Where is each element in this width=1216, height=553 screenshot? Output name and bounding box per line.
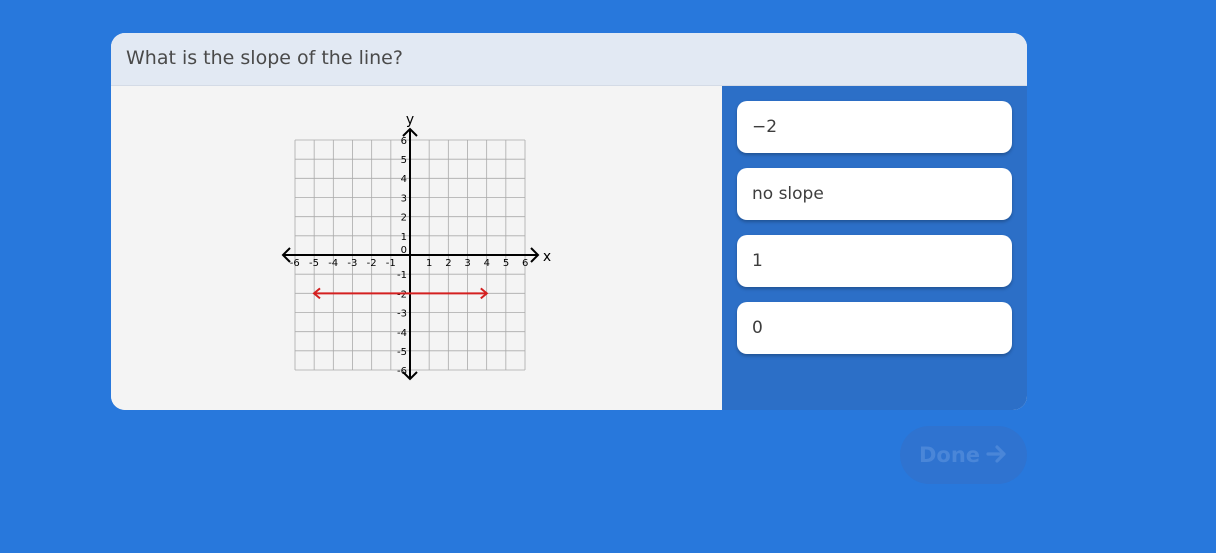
x-tick-label: -4 (328, 258, 338, 269)
x-tick-label: -2 (367, 258, 377, 269)
y-tick-label: 1 (401, 232, 407, 243)
y-tick-label: -2 (397, 289, 407, 300)
quiz-card: What is the slope of the line? xy -6 -5 -4… (111, 33, 1027, 410)
answer-choice-2[interactable]: no slope (737, 168, 1012, 220)
x-tick-label: -3 (347, 258, 357, 269)
question-text: What is the slope of the line? (126, 47, 403, 69)
y-tick-label: 4 (401, 174, 407, 185)
graph-area: xy -6 -5 -4 -3 -2 -1 1 2 3 4 5 6 1 2 3 4 5 6 -1 -2 -3 -4 -5 -6 0 (111, 86, 722, 410)
answer-choice-4[interactable]: 0 (737, 302, 1012, 354)
x-tick-label: 2 (445, 258, 451, 269)
y-tick-label: 2 (401, 213, 407, 224)
axes: xy (281, 112, 551, 381)
y-tick-label: -5 (397, 347, 407, 358)
origin-label: 0 (401, 245, 407, 256)
arrow-right-icon (986, 445, 1006, 463)
y-tick-label: -1 (397, 270, 407, 281)
done-button[interactable]: Done (900, 426, 1027, 484)
y-tick-label: -3 (397, 309, 407, 320)
x-tick-label: 3 (464, 258, 470, 269)
answer-choices-panel: −2 no slope 1 0 (722, 86, 1027, 410)
answer-choice-3[interactable]: 1 (737, 235, 1012, 287)
x-tick-label: -5 (309, 258, 319, 269)
x-tick-label: -6 (290, 258, 300, 269)
x-tick-label: 4 (484, 258, 490, 269)
x-axis-label: x (543, 249, 551, 265)
y-tick-label: 6 (401, 136, 407, 147)
answer-choice-1[interactable]: −2 (737, 101, 1012, 153)
x-tick-label: 6 (522, 258, 528, 269)
done-button-label: Done (919, 443, 981, 467)
x-tick-label: 1 (426, 258, 432, 269)
y-axis-label: y (406, 112, 414, 128)
x-tick-label: 5 (503, 258, 509, 269)
question-header: What is the slope of the line? (111, 33, 1027, 86)
x-tick-label: -1 (386, 258, 396, 269)
coordinate-plane: xy -6 -5 -4 -3 -2 -1 1 2 3 4 5 6123456-1-2-3-4-5-60 (281, 112, 551, 381)
y-tick-label: 3 (401, 193, 407, 204)
y-tick-label: -4 (397, 328, 407, 339)
y-tick-label: -6 (397, 366, 407, 377)
y-tick-label: 5 (401, 155, 407, 166)
